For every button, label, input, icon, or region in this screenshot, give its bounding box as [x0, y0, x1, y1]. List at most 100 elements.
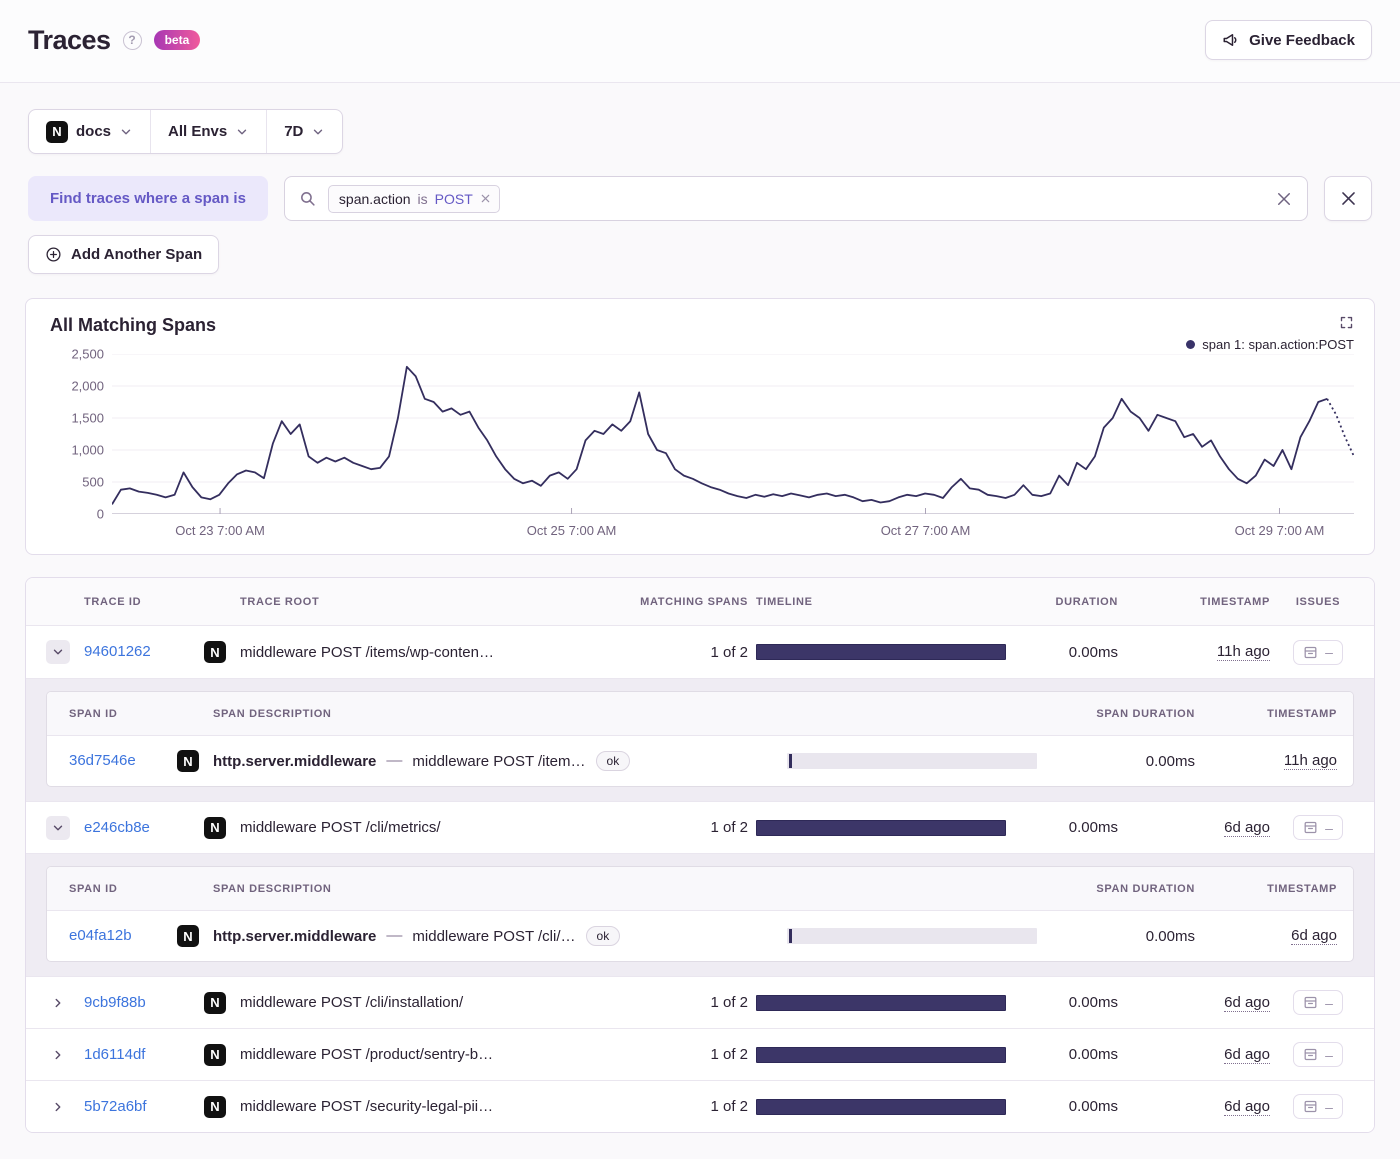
x-tick-label: Oct 27 7:00 AM — [880, 523, 971, 538]
span-id-link[interactable]: e04fa12b — [69, 927, 132, 944]
trace-root-text: middleware POST /security-legal-pii… — [240, 1098, 494, 1115]
span-timeline-tick — [789, 929, 792, 943]
legend-dot-icon — [1186, 340, 1196, 349]
matching-spans-count: 1 of 2 — [710, 819, 748, 836]
nextjs-icon: N — [204, 991, 226, 1014]
date-range-filter-label: 7D — [284, 123, 304, 140]
span-row: e04fa12b N http.server.middleware — midd… — [47, 911, 1353, 961]
duration-value: 0.00ms — [1068, 1046, 1118, 1063]
timestamp-value[interactable]: 6d ago — [1224, 994, 1270, 1012]
timeline-bar — [756, 644, 1006, 660]
col-span-description: SPAN DESCRIPTION — [213, 882, 332, 895]
span-search-input[interactable]: span.action is POST — [283, 176, 1308, 221]
expand-collapse-chevron[interactable] — [46, 1095, 70, 1119]
environment-filter[interactable]: All Envs — [150, 110, 266, 153]
trace-id-link[interactable]: e246cb8e — [84, 819, 150, 836]
y-tick-label: 1,500 — [71, 410, 104, 426]
col-timestamp: Timestamp — [1200, 595, 1270, 608]
y-tick-label: 500 — [82, 474, 104, 490]
span-sub-table: SPAN ID SPAN DESCRIPTION SPAN DURATION T… — [46, 866, 1354, 962]
expanded-spans-section: SPAN ID SPAN DESCRIPTION SPAN DURATION T… — [26, 678, 1374, 801]
matching-spans-count: 1 of 2 — [710, 1046, 748, 1063]
y-tick-label: 0 — [96, 506, 104, 522]
archive-box-icon — [1303, 645, 1318, 660]
chart-x-axis: Oct 23 7:00 AM Oct 25 7:00 AM Oct 27 7:00 … — [112, 514, 1354, 544]
page-filter-bar: N docs All Envs 7D — [28, 109, 344, 154]
chart-legend-item[interactable]: span 1: span.action:POST — [1186, 337, 1354, 352]
trace-table-row: 9cb9f88b N middleware POST /cli/installa… — [26, 976, 1374, 1028]
issues-button[interactable]: – — [1293, 639, 1343, 665]
beta-badge: beta — [153, 30, 201, 50]
issues-button[interactable]: – — [1293, 1094, 1343, 1119]
col-duration: Duration — [1055, 595, 1118, 608]
x-tick-label: Oct 29 7:00 AM — [1234, 523, 1325, 538]
span-status-badge: ok — [595, 751, 631, 771]
trace-id-link[interactable]: 94601262 — [84, 643, 151, 660]
col-timeline: Timeline — [756, 595, 813, 608]
issues-button[interactable]: – — [1293, 1042, 1343, 1067]
clear-search-icon[interactable] — [1275, 190, 1293, 208]
trace-table-row: e246cb8e N middleware POST /cli/metrics/… — [26, 801, 1374, 853]
expand-collapse-chevron[interactable] — [46, 815, 70, 840]
col-span-timestamp: TIMESTAMP — [1267, 882, 1337, 895]
span-description: middleware POST /cli/… — [412, 927, 576, 945]
give-feedback-button[interactable]: Give Feedback — [1205, 20, 1372, 60]
delete-query-row-button[interactable] — [1324, 176, 1372, 221]
timestamp-value[interactable]: 11h ago — [1216, 643, 1270, 661]
expanded-spans-section: SPAN ID SPAN DESCRIPTION SPAN DURATION T… — [26, 853, 1374, 976]
token-remove-icon[interactable] — [480, 193, 491, 204]
duration-value: 0.00ms — [1068, 1098, 1118, 1115]
col-trace-root: Trace Root — [240, 595, 320, 608]
timeline-bar — [756, 819, 1006, 836]
nextjs-icon: N — [177, 925, 199, 947]
expand-collapse-chevron[interactable] — [46, 640, 70, 664]
trace-id-link[interactable]: 1d6114df — [84, 1046, 145, 1063]
timestamp-value[interactable]: 6d ago — [1224, 819, 1270, 837]
dash-icon: – — [1325, 1046, 1333, 1063]
fullscreen-expand-icon[interactable] — [1339, 315, 1354, 330]
span-description: middleware POST /item… — [412, 752, 586, 770]
trace-root-text: middleware POST /product/sentry-b… — [240, 1046, 494, 1063]
spans-line-chart — [112, 354, 1354, 514]
nextjs-icon: N — [177, 750, 199, 772]
duration-value: 0.00ms — [1068, 643, 1118, 661]
span-operation: http.server.middleware — [213, 927, 377, 945]
issues-button[interactable]: – — [1293, 815, 1343, 840]
timestamp-value[interactable]: 6d ago — [1224, 1098, 1270, 1116]
col-span-duration: SPAN DURATION — [1096, 882, 1195, 895]
span-table-header: SPAN ID SPAN DESCRIPTION SPAN DURATION T… — [47, 692, 1353, 736]
chart-plot-area[interactable] — [112, 354, 1354, 514]
trace-table-header: Trace ID Trace Root Matching Spans Timel… — [26, 578, 1374, 626]
give-feedback-label: Give Feedback — [1249, 31, 1355, 49]
add-another-span-label: Add Another Span — [71, 246, 203, 263]
expand-collapse-chevron[interactable] — [46, 1043, 70, 1067]
span-id-link[interactable]: 36d7546e — [69, 752, 136, 769]
expand-collapse-chevron[interactable] — [46, 991, 70, 1015]
timestamp-value[interactable]: 6d ago — [1224, 1046, 1270, 1064]
trace-id-link[interactable]: 5b72a6bf — [84, 1098, 147, 1115]
timeline-bar — [756, 994, 1006, 1011]
x-tick-label: Oct 23 7:00 AM — [175, 523, 265, 538]
trace-table-row: 5b72a6bf N middleware POST /security-leg… — [26, 1080, 1374, 1132]
issues-button[interactable]: – — [1293, 990, 1343, 1015]
matching-spans-count: 1 of 2 — [710, 994, 748, 1011]
timeline-bar — [756, 1098, 1006, 1115]
trace-root-text: middleware POST /items/wp-conten… — [240, 643, 494, 661]
col-span-timestamp: TIMESTAMP — [1267, 707, 1337, 720]
y-tick-label: 2,000 — [71, 378, 104, 394]
dash-separator: — — [386, 927, 403, 944]
dash-icon: – — [1325, 644, 1333, 660]
span-timestamp-value[interactable]: 11h ago — [1283, 752, 1337, 770]
span-timestamp-value[interactable]: 6d ago — [1291, 927, 1337, 945]
project-filter[interactable]: N docs — [29, 110, 150, 153]
chevron-down-icon — [235, 125, 249, 139]
col-span-description: SPAN DESCRIPTION — [213, 707, 332, 720]
trace-id-link[interactable]: 9cb9f88b — [84, 994, 146, 1011]
filter-token[interactable]: span.action is POST — [327, 184, 500, 213]
help-icon[interactable]: ? — [122, 30, 142, 50]
matching-spans-count: 1 of 2 — [710, 1098, 748, 1115]
date-range-filter[interactable]: 7D — [266, 110, 342, 153]
nextjs-icon: N — [204, 641, 226, 663]
add-another-span-button[interactable]: Add Another Span — [28, 235, 220, 274]
trace-table-row: 1d6114df N middleware POST /product/sent… — [26, 1028, 1374, 1080]
